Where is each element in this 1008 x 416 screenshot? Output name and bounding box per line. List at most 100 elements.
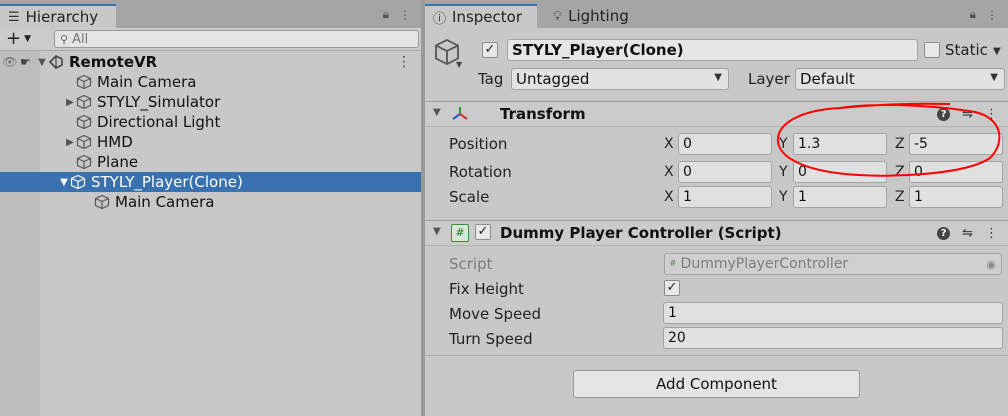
hierarchy-item[interactable]: ▶ Plane (0, 152, 421, 172)
hierarchy-window-controls: 🔒︎ ⋮ (383, 7, 411, 22)
hierarchy-item[interactable]: ▶ Main Camera (0, 72, 421, 92)
move-speed-field[interactable]: 1 (663, 302, 1003, 324)
script-value: DummyPlayerController (680, 256, 849, 272)
script-reference-field: # DummyPlayerController ◉ (664, 253, 1002, 275)
search-icon: ⚲ (60, 32, 69, 46)
tab-lighting[interactable]: 💡︎ Lighting (545, 4, 655, 28)
foldout-arrow-icon[interactable]: ▼ (433, 226, 441, 237)
hierarchy-item-label: Main Camera (97, 73, 197, 91)
add-component-button[interactable]: Add Component (573, 370, 860, 398)
kebab-menu-icon[interactable]: ⋮ (986, 8, 998, 22)
object-picker-icon: ◉ (986, 257, 996, 271)
layer-dropdown[interactable]: Default ▼ (795, 68, 1005, 90)
tab-inspector-label: Inspector (452, 8, 522, 26)
transform-title: Transform (500, 105, 586, 123)
position-x-field[interactable]: 0 (678, 133, 772, 155)
fix-height-checkbox[interactable]: ✓ (664, 280, 680, 296)
hierarchy-item-label: Main Camera (115, 193, 215, 211)
kebab-menu-icon[interactable]: ⋮ (399, 8, 411, 22)
presets-sliders-icon[interactable]: ⇋ (962, 226, 973, 241)
hierarchy-item-label: STYLY_Simulator (97, 93, 221, 111)
gameobject-cube-icon (94, 194, 110, 210)
gameobject-cube-icon (70, 174, 86, 190)
rotation-label: Rotation (449, 163, 512, 181)
script-hash-icon: # (451, 224, 469, 242)
plus-icon: + (6, 28, 22, 49)
transform-axes-icon (452, 107, 468, 120)
scale-z-axis: Z (895, 189, 905, 205)
hierarchy-item[interactable]: ▶ STYLY_Simulator (0, 92, 421, 112)
tag-dropdown[interactable]: Untagged ▼ (511, 68, 729, 90)
hierarchy-toolbar: + ▼ ⚲ (0, 28, 421, 51)
script-file-icon: # (669, 259, 677, 269)
help-icon[interactable]: ? (937, 227, 951, 240)
gameobject-cube-icon (76, 134, 92, 150)
gameobject-cube-icon (76, 154, 92, 170)
inspector-panel: ⓘ Inspector 💡︎ Lighting 🔒︎ ⋮ ▼ ✓ STYLY_P… (425, 0, 1008, 416)
object-name-field[interactable]: STYLY_Player(Clone) (507, 39, 918, 61)
position-label: Position (449, 135, 508, 153)
hierarchy-tabbar: ☰ Hierarchy 🔒︎ ⋮ (0, 0, 421, 28)
search-input[interactable] (68, 31, 418, 47)
static-label: Static (945, 41, 988, 59)
list-icon: ☰ (8, 9, 20, 25)
icon-dropdown-chevron-icon[interactable]: ▼ (456, 60, 462, 69)
scene-menu-icon[interactable]: ⋮ (397, 54, 411, 70)
gameobject-cube-icon (76, 94, 92, 110)
foldout-arrow-icon[interactable]: ▼ (433, 107, 441, 118)
turn-speed-label: Turn Speed (449, 330, 533, 348)
hierarchy-item[interactable]: ▶ Main Camera (0, 192, 421, 212)
lock-icon[interactable]: 🔒︎ (383, 7, 389, 22)
kebab-menu-icon[interactable]: ⋮ (985, 226, 998, 241)
position-x-axis: X (664, 136, 674, 152)
red-annotation-circle (776, 102, 1001, 177)
hierarchy-item-label: Plane (97, 153, 139, 171)
chevron-down-icon: ▼ (714, 72, 722, 83)
create-button[interactable]: + ▼ (6, 28, 31, 49)
foldout-arrow-icon[interactable]: ▶ (64, 97, 76, 108)
script-component-title: Dummy Player Controller (Script) (500, 224, 782, 242)
hierarchy-search[interactable]: ⚲ (54, 30, 419, 48)
layer-label: Layer (748, 70, 790, 88)
static-dropdown-chevron-icon[interactable]: ▼ (993, 46, 1001, 57)
rotation-x-axis: X (664, 164, 674, 180)
foldout-arrow-icon[interactable]: ▼ (58, 177, 70, 188)
tab-lighting-label: Lighting (568, 7, 629, 25)
gameobject-cube-icon (76, 74, 92, 90)
visibility-icon[interactable]: 👁︎ (0, 55, 20, 69)
active-checkbox[interactable]: ✓ (482, 42, 498, 58)
hierarchy-item[interactable]: ▶ HMD (0, 132, 421, 152)
inspector-tabbar: ⓘ Inspector 💡︎ Lighting 🔒︎ ⋮ (425, 0, 1008, 28)
foldout-arrow-icon[interactable]: ▶ (64, 137, 76, 148)
static-checkbox[interactable] (924, 42, 940, 58)
scale-label: Scale (449, 188, 490, 206)
script-component-header[interactable]: ▼ # ✓ Dummy Player Controller (Script) ?… (425, 220, 1008, 246)
hierarchy-item-label: STYLY_Player(Clone) (91, 173, 243, 191)
fix-height-label: Fix Height (449, 280, 524, 298)
pickable-icon[interactable]: ☛ (20, 55, 36, 69)
tab-hierarchy[interactable]: ☰ Hierarchy (0, 4, 116, 28)
scale-y-axis: Y (779, 189, 788, 205)
component-divider (425, 355, 1008, 356)
rotation-x-field[interactable]: 0 (678, 161, 772, 183)
hierarchy-item[interactable]: ▶ Directional Light (0, 112, 421, 132)
scale-y-field[interactable]: 1 (793, 186, 887, 208)
tag-label: Tag (478, 70, 504, 88)
chevron-down-icon: ▼ (24, 34, 32, 44)
tag-value: Untagged (516, 70, 590, 88)
tab-inspector[interactable]: ⓘ Inspector (425, 4, 537, 28)
script-header-icons: ? ⇋ ⋮ (937, 226, 998, 241)
scale-x-axis: X (664, 189, 674, 205)
scale-x-field[interactable]: 1 (678, 186, 772, 208)
hierarchy-item-selected[interactable]: ▼ STYLY_Player(Clone) (0, 172, 421, 192)
lightbulb-icon: 💡︎ (553, 8, 563, 24)
foldout-arrow-icon[interactable]: ▼ (36, 57, 48, 68)
lock-icon[interactable]: 🔒︎ (970, 7, 976, 22)
scene-name: RemoteVR (69, 53, 158, 71)
turn-speed-field[interactable]: 20 (663, 327, 1003, 349)
script-enabled-checkbox[interactable]: ✓ (475, 224, 491, 240)
info-icon: ⓘ (433, 11, 447, 27)
scale-z-field[interactable]: 1 (909, 186, 1003, 208)
hierarchy-item-label: HMD (97, 133, 133, 151)
scene-row[interactable]: 👁︎ ☛ ▼ RemoteVR ⋮ (0, 52, 421, 72)
